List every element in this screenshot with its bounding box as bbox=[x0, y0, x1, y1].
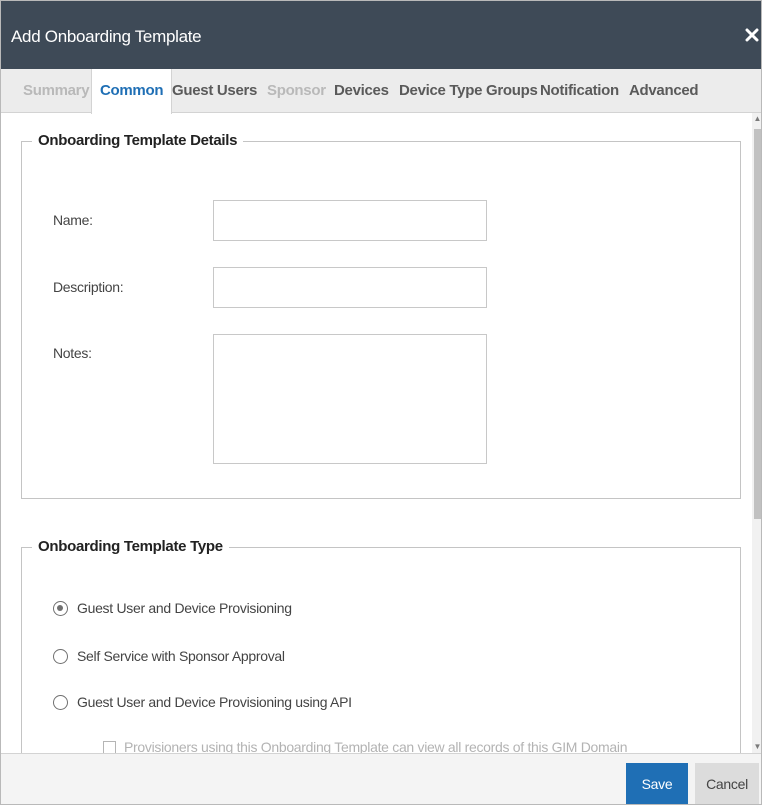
tab-notification[interactable]: Notification bbox=[540, 69, 619, 113]
radio-label: Guest User and Device Provisioning bbox=[77, 600, 292, 616]
name-input[interactable] bbox=[213, 200, 487, 241]
cancel-button[interactable]: Cancel bbox=[695, 763, 759, 804]
dialog-content: Onboarding Template Details Name: Descri… bbox=[1, 113, 751, 753]
dialog-title: Add Onboarding Template bbox=[11, 27, 202, 46]
template-details-legend: Onboarding Template Details bbox=[32, 132, 244, 149]
tab-summary[interactable]: Summary bbox=[23, 69, 90, 113]
tab-devices[interactable]: Devices bbox=[334, 69, 389, 113]
notes-label: Notes: bbox=[53, 345, 92, 361]
tab-sponsor[interactable]: Sponsor bbox=[267, 69, 326, 113]
radio-button[interactable] bbox=[53, 649, 68, 664]
content-scrollbar[interactable]: ▲ ▼ bbox=[752, 113, 761, 753]
tab-common[interactable]: Common bbox=[91, 69, 173, 114]
provisioners-checkbox bbox=[103, 741, 116, 753]
notes-textarea[interactable] bbox=[213, 334, 487, 464]
arrow-down-icon[interactable]: ▼ bbox=[752, 741, 761, 753]
tab-advanced[interactable]: Advanced bbox=[629, 69, 699, 113]
close-icon[interactable] bbox=[745, 28, 759, 42]
tab-guest-users[interactable]: Guest Users bbox=[172, 69, 257, 113]
name-label: Name: bbox=[53, 212, 93, 228]
dialog-footer: Save Cancel bbox=[1, 753, 761, 804]
scrollbar-thumb[interactable] bbox=[754, 129, 761, 519]
tab-device-type-groups[interactable]: Device Type Groups bbox=[399, 69, 538, 113]
description-input[interactable] bbox=[213, 267, 487, 308]
dialog-titlebar: Add Onboarding Template bbox=[1, 1, 761, 69]
provisioners-checkbox-label: Provisioners using this Onboarding Templ… bbox=[124, 739, 628, 753]
arrow-up-icon[interactable]: ▲ bbox=[752, 113, 761, 125]
radio-label: Self Service with Sponsor Approval bbox=[77, 648, 285, 664]
add-onboarding-template-dialog: Add Onboarding Template Summary Common G… bbox=[0, 0, 762, 805]
save-button[interactable]: Save bbox=[626, 763, 688, 804]
template-type-legend: Onboarding Template Type bbox=[32, 538, 229, 555]
tab-bar: Summary Common Guest Users Sponsor Devic… bbox=[1, 69, 761, 114]
description-label: Description: bbox=[53, 279, 124, 295]
radio-button[interactable] bbox=[53, 695, 68, 710]
radio-label: Guest User and Device Provisioning using… bbox=[77, 694, 352, 710]
radio-button[interactable] bbox=[53, 601, 68, 616]
